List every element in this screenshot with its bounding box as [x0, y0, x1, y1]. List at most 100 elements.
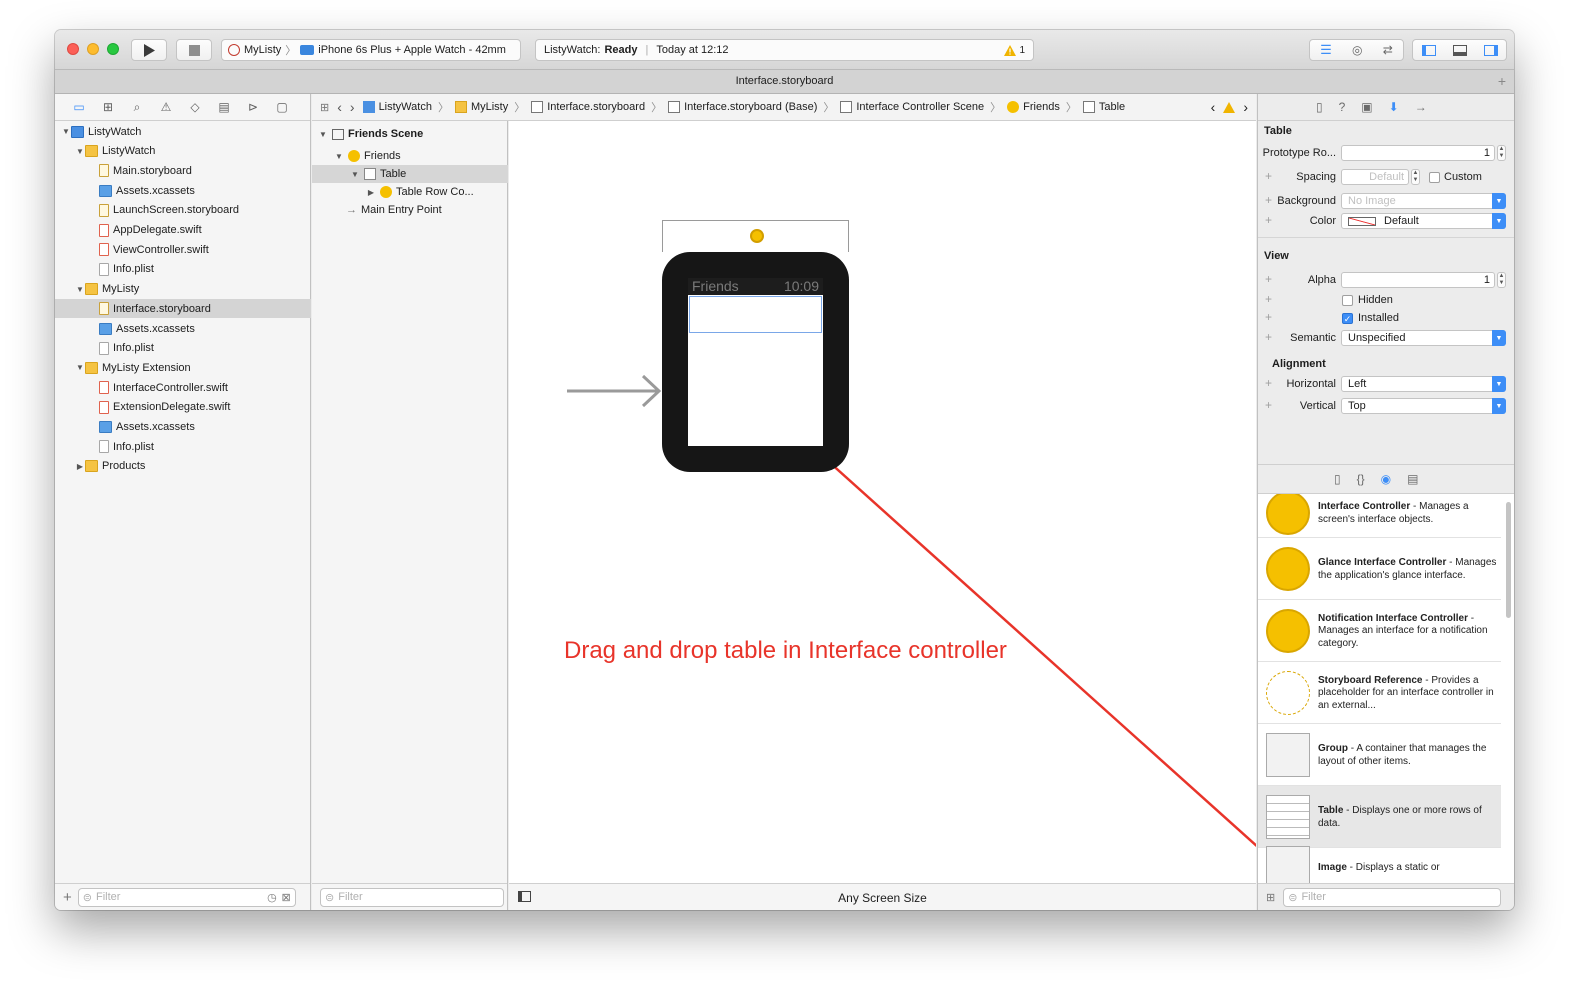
outline-table-row[interactable]: ▼ Table — [312, 165, 508, 183]
report-icon[interactable]: ▢ — [274, 99, 290, 115]
issue-icon[interactable]: ⚠ — [158, 99, 174, 115]
library-item[interactable]: Group - A container that manages the lay… — [1258, 724, 1501, 786]
library-filter-field[interactable]: ⊜ Filter — [1283, 887, 1502, 907]
standard-editor-icon[interactable]: ☰ — [1320, 42, 1332, 58]
navigator-item[interactable]: Info.plist — [55, 437, 311, 456]
warning-indicator[interactable]: 1 — [1004, 44, 1025, 56]
add-variation-icon[interactable]: + — [1265, 310, 1272, 324]
library-item[interactable]: Notification Interface Controller - Mana… — [1258, 600, 1501, 662]
grid-view-icon[interactable]: ⊞ — [1266, 891, 1275, 904]
breadcrumb-item[interactable]: Interface.storyboard — [531, 101, 645, 113]
navigator-item[interactable]: LaunchScreen.storyboard — [55, 201, 311, 220]
hidden-checkbox[interactable] — [1342, 295, 1353, 306]
debug-area-toggle-icon[interactable] — [1452, 44, 1467, 56]
navigator-item[interactable]: ▶ Products — [55, 457, 311, 476]
object-library-icon[interactable]: ◉ — [1381, 472, 1391, 486]
disclosure-open-icon[interactable]: ▼ — [334, 152, 344, 161]
disclosure-closed-icon[interactable]: ▶ — [366, 188, 376, 197]
disclosure-open-icon[interactable]: ▼ — [318, 130, 328, 139]
connections-inspector-icon[interactable]: → — [1415, 100, 1427, 114]
outline-table-row-controller[interactable]: ▶ Table Row Co... — [312, 183, 508, 201]
alpha-stepper[interactable]: ▲ ▼ — [1497, 272, 1506, 288]
outline-filter-field[interactable]: ⊜ Filter — [320, 887, 504, 907]
alpha-field[interactable]: 1 — [1341, 272, 1495, 288]
navigator-item[interactable]: AppDelegate.swift — [55, 221, 311, 240]
disclosure-open-icon[interactable]: ▼ — [75, 285, 85, 294]
color-popup[interactable]: Default ▼ — [1341, 213, 1506, 229]
navigator-item[interactable]: Assets.xcassets — [55, 181, 311, 200]
prototype-rows-field[interactable]: 1 — [1341, 145, 1495, 161]
stop-button[interactable] — [176, 39, 212, 61]
custom-spacing-checkbox[interactable] — [1429, 172, 1440, 183]
library-scrollbar[interactable] — [1506, 502, 1511, 618]
size-class-label[interactable]: Any Screen Size — [509, 891, 1256, 905]
table-placeholder[interactable] — [689, 296, 822, 333]
spacing-stepper[interactable]: ▲ ▼ — [1411, 169, 1420, 185]
version-editor-icon[interactable]: ⇄ — [1383, 43, 1393, 57]
add-variation-icon[interactable]: + — [1265, 292, 1272, 306]
scheme-selector[interactable]: MyListy 〉 iPhone 6s Plus + Apple Watch -… — [221, 39, 521, 61]
disclosure-open-icon[interactable]: ▼ — [75, 147, 85, 156]
spacing-field[interactable]: Default — [1341, 169, 1409, 185]
close-window-button[interactable] — [67, 43, 79, 55]
modified-files-icon[interactable]: ⊠ — [282, 891, 291, 904]
navigator-item[interactable]: InterfaceController.swift — [55, 378, 311, 397]
outline-scene-row[interactable]: ▼ Friends Scene — [312, 125, 508, 143]
hierarchy-icon[interactable]: ⊞ — [100, 99, 116, 115]
minimize-window-button[interactable] — [87, 43, 99, 55]
navigator-item[interactable]: Assets.xcassets — [55, 319, 311, 338]
storyboard-canvas[interactable]: Friends 10:09 Drag and drop table in Int… — [509, 121, 1256, 883]
debug-icon[interactable]: ▤ — [216, 99, 232, 115]
add-tab-icon[interactable]: + — [1498, 70, 1506, 92]
add-icon[interactable]: + — [63, 889, 72, 906]
outline-controller-row[interactable]: ▼ Friends — [312, 147, 508, 165]
navigator-item[interactable]: Main.storyboard — [55, 161, 311, 180]
attributes-inspector-icon[interactable]: ⬇ — [1389, 100, 1399, 114]
installed-checkbox[interactable]: ✓ — [1342, 313, 1353, 324]
identity-inspector-icon[interactable]: ▣ — [1361, 100, 1372, 114]
semantic-popup[interactable]: Unspecified ▼ — [1341, 330, 1506, 346]
folder-icon[interactable]: ▭ — [71, 99, 87, 115]
breadcrumb-item[interactable]: Friends — [1007, 101, 1060, 113]
disclosure-open-icon[interactable]: ▼ — [75, 363, 85, 372]
assistant-editor-icon[interactable]: ◎ — [1352, 43, 1362, 57]
search-icon[interactable]: ⌕ — [129, 99, 145, 115]
navigator-item[interactable]: ExtensionDelegate.swift — [55, 398, 311, 417]
library-item[interactable]: Glance Interface Controller - Manages th… — [1258, 538, 1501, 600]
horizontal-popup[interactable]: Left ▼ — [1341, 376, 1506, 392]
recent-files-icon[interactable]: ◷ — [267, 891, 277, 904]
disclosure-open-icon[interactable]: ▼ — [61, 127, 71, 136]
navigator-item[interactable]: Info.plist — [55, 339, 311, 358]
test-icon[interactable]: ◇ — [187, 99, 203, 115]
help-inspector-icon[interactable]: ? — [1339, 100, 1346, 114]
navigator-item[interactable]: ▼ MyListy — [55, 280, 311, 299]
file-template-icon[interactable]: ▯ — [1334, 472, 1341, 486]
interface-controller-icon[interactable] — [750, 229, 764, 243]
prototype-rows-stepper[interactable]: ▲ ▼ — [1497, 145, 1506, 161]
entry-point-arrow[interactable] — [567, 374, 662, 408]
previous-issue-icon[interactable]: ‹ — [1211, 99, 1216, 115]
back-icon[interactable]: ‹ — [337, 99, 342, 115]
navigator-item[interactable]: ▼ ListyWatch — [55, 142, 311, 161]
navigator-item[interactable]: Assets.xcassets — [55, 418, 311, 437]
vertical-popup[interactable]: Top ▼ — [1341, 398, 1506, 414]
breadcrumb-item[interactable]: Table — [1082, 101, 1125, 113]
library-item[interactable]: Interface Controller - Manages a screen'… — [1258, 494, 1501, 538]
navigator-toggle-icon[interactable] — [1421, 44, 1436, 56]
library-item[interactable]: Storyboard Reference - Provides a placeh… — [1258, 662, 1501, 724]
warning-icon[interactable] — [1223, 101, 1236, 113]
tab-interface-storyboard[interactable]: Interface.storyboard — [736, 75, 834, 87]
code-snippet-icon[interactable]: {} — [1357, 472, 1365, 486]
navigator-item[interactable]: Info.plist — [55, 260, 311, 279]
breadcrumb-item[interactable]: MyListy — [454, 101, 508, 113]
navigator-item[interactable]: ViewController.swift — [55, 240, 311, 259]
navigator-item[interactable]: Interface.storyboard — [55, 299, 311, 319]
breadcrumb-item[interactable]: Interface Controller Scene — [840, 101, 984, 113]
disclosure-open-icon[interactable]: ▼ — [350, 170, 360, 179]
forward-icon[interactable]: › — [350, 99, 355, 115]
file-inspector-icon[interactable]: ▯ — [1316, 100, 1323, 114]
outline-entry-row[interactable]: → Main Entry Point — [312, 201, 508, 219]
run-button[interactable] — [131, 39, 167, 61]
related-items-icon[interactable]: ⊞ — [320, 101, 329, 114]
zoom-window-button[interactable] — [107, 43, 119, 55]
